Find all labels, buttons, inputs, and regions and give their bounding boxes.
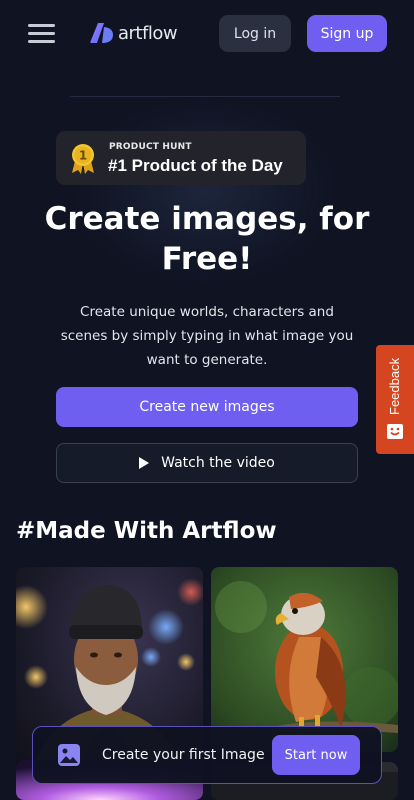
logo-text: artflow <box>118 22 178 44</box>
watch-video-button[interactable]: Watch the video <box>56 443 358 483</box>
create-first-image-bar: Create your first Image Start now <box>32 726 382 784</box>
medal-number: 1 <box>79 149 87 163</box>
feedback-tab[interactable]: Feedback <box>376 345 414 454</box>
hero-title: Create images, for Free! <box>44 201 370 277</box>
top-navbar: artflow Log in Sign up <box>0 0 414 66</box>
artflow-logo[interactable]: artflow <box>89 22 178 44</box>
feedback-smile-icon <box>387 424 403 439</box>
watch-video-label: Watch the video <box>161 455 275 471</box>
login-button[interactable]: Log in <box>219 15 291 52</box>
product-hunt-badge[interactable]: 1 PRODUCT HUNT #1 Product of the Day <box>56 131 306 185</box>
hero-subtitle: Create unique worlds, characters and sce… <box>60 304 354 368</box>
artflow-logo-icon <box>90 23 113 43</box>
gallery-title: #Made With Artflow <box>16 518 277 544</box>
badge-big-label: #1 Product of the Day <box>108 156 283 175</box>
start-now-button[interactable]: Start now <box>272 735 360 775</box>
badge-small-label: PRODUCT HUNT <box>109 142 192 152</box>
play-icon <box>139 457 150 469</box>
cta-text: Create your first Image <box>102 747 265 763</box>
signup-button[interactable]: Sign up <box>307 15 387 52</box>
image-icon <box>58 744 80 766</box>
create-new-images-button[interactable]: Create new images <box>56 387 358 427</box>
eagle-photo <box>211 567 398 752</box>
medal-icon: 1 <box>72 144 94 174</box>
gallery-image-eagle[interactable] <box>211 567 398 752</box>
feedback-label: Feedback <box>387 357 402 415</box>
menu-icon[interactable] <box>28 24 55 44</box>
